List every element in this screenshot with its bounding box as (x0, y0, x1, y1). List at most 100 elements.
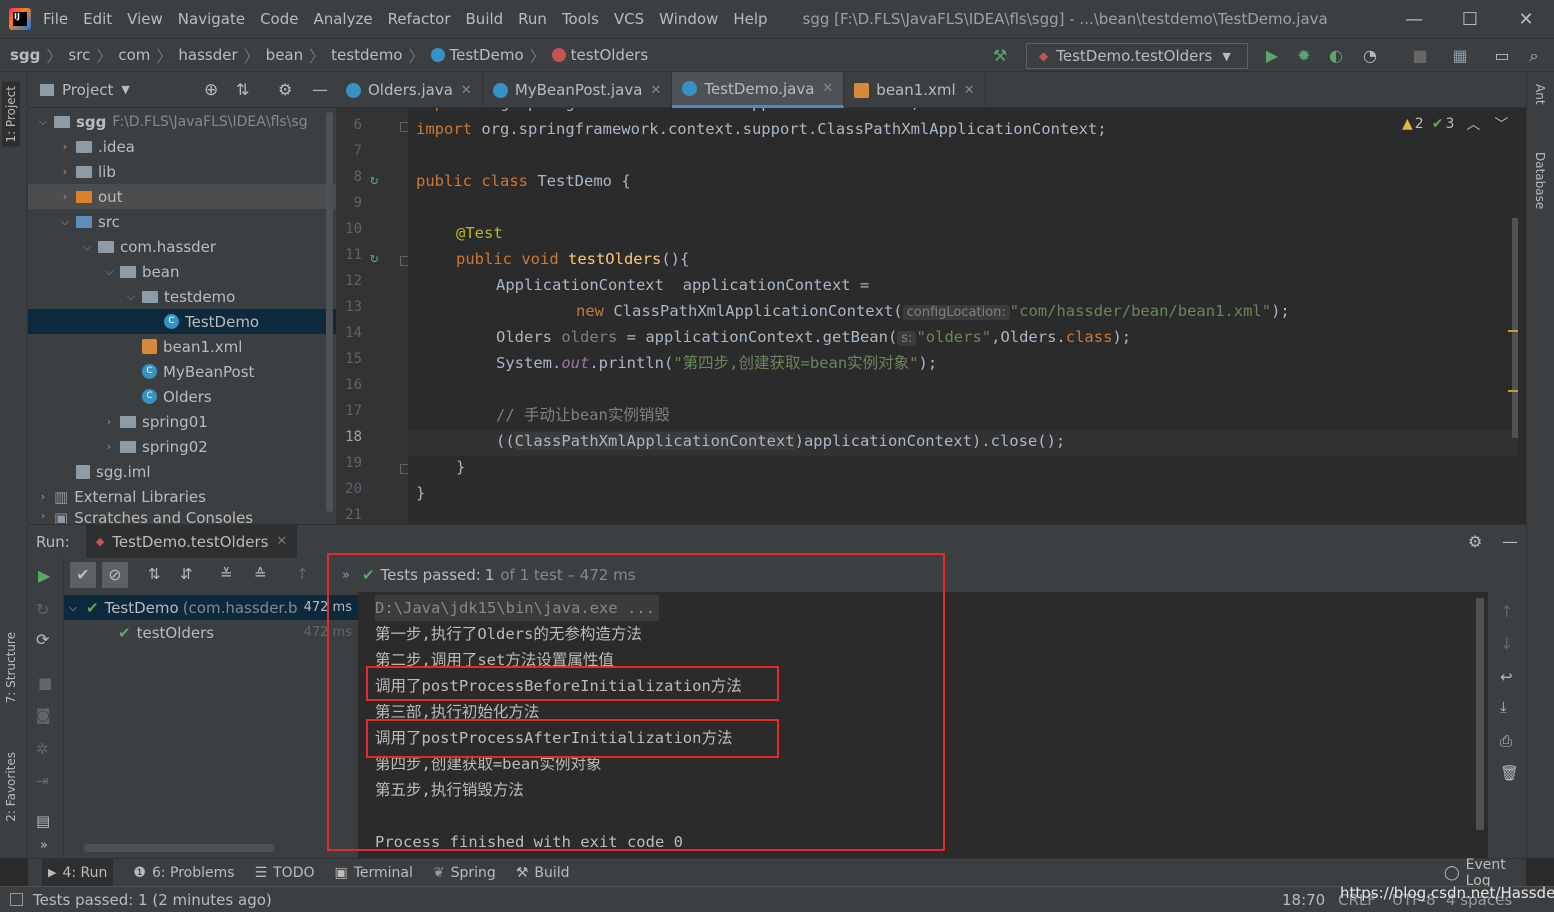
tree-item-com-hassder[interactable]: ⌵ com.hassder (28, 234, 336, 259)
database-tool-tab[interactable]: Database (1533, 152, 1547, 209)
tree-item-src[interactable]: ⌵ src (28, 209, 336, 234)
expand-all-icon[interactable]: ≚ (220, 565, 233, 583)
previous-failed-icon[interactable]: ↑ (296, 565, 309, 583)
layout-icon[interactable]: ▤ (36, 812, 50, 830)
tree-item-mybeanpost[interactable]: C MyBeanPost (28, 359, 336, 384)
tree-item-external-libraries[interactable]: › ▥ External Libraries (28, 484, 336, 509)
menu-view[interactable]: View (127, 10, 163, 28)
tree-item-idea[interactable]: › .idea (28, 134, 336, 159)
breadcrumb-src[interactable]: src (68, 46, 90, 64)
profile-icon[interactable]: ◔ (1360, 46, 1380, 66)
editor-scrollbar[interactable] (1512, 218, 1518, 438)
run-tab[interactable]: ◆ TestDemo.testOlders ✕ (85, 524, 298, 559)
tool-tab-problems[interactable]: ❶ 6: Problems (133, 865, 234, 881)
locate-icon[interactable]: ⊕ (204, 80, 218, 100)
breadcrumb-testdemo[interactable]: testdemo (331, 46, 402, 64)
tree-item-out[interactable]: › out (28, 184, 336, 209)
test-tree-row-testolders[interactable]: ✔ testOlders 472 ms (64, 620, 358, 645)
breadcrumb-hassder[interactable]: hassder (178, 46, 237, 64)
inspection-widget[interactable]: ▲ 2 ✔ 3 ︿ ﹀ (1402, 114, 1508, 134)
console-scrollbar[interactable] (1476, 598, 1484, 830)
menu-refactor[interactable]: Refactor (388, 10, 451, 28)
menu-file[interactable]: File (43, 10, 68, 28)
menu-tools[interactable]: Tools (562, 10, 599, 28)
warning-stripe-marker[interactable] (1508, 330, 1518, 332)
project-structure-icon[interactable]: ▦ (1450, 46, 1470, 66)
chevron-right-icon[interactable]: › (58, 165, 72, 178)
breadcrumb-testdemo-class[interactable]: TestDemo (450, 46, 524, 64)
tool-tab-terminal[interactable]: ▣ Terminal (335, 865, 413, 881)
menu-edit[interactable]: Edit (83, 10, 112, 28)
hide-icon[interactable]: — (312, 80, 328, 99)
project-view-select[interactable]: Project (62, 81, 113, 99)
collapse-all-icon[interactable]: ≙ (254, 565, 267, 583)
run-icon[interactable]: ▶ (1262, 46, 1282, 66)
favorites-tool-tab[interactable]: 2: Favorites (4, 752, 18, 822)
chevron-up-icon[interactable]: ︿ (1466, 114, 1480, 134)
close-icon[interactable]: ✕ (1498, 9, 1554, 30)
close-icon[interactable]: ✕ (964, 83, 975, 98)
menu-vcs[interactable]: VCS (614, 10, 644, 28)
breadcrumb-sgg[interactable]: sgg (10, 46, 40, 64)
hide-icon[interactable]: — (1502, 532, 1518, 551)
trash-icon[interactable]: 🗑 (1500, 764, 1519, 782)
tab-testdemo-java[interactable]: TestDemo.java ✕ (672, 72, 845, 108)
tool-tab-spring[interactable]: ❦ Spring (433, 865, 496, 881)
sort-alphabetically-icon[interactable]: ⇅ (148, 565, 161, 583)
menu-analyze[interactable]: Analyze (313, 10, 372, 28)
warning-stripe-marker[interactable] (1508, 390, 1518, 392)
code-editor[interactable]: import org.springframework.context.Appli… (408, 108, 1518, 524)
debug-icon[interactable]: ✹ (1294, 46, 1314, 66)
chevron-down-icon[interactable]: ⌵ (102, 265, 116, 279)
chevron-right-icon[interactable]: › (102, 415, 116, 428)
ant-tool-tab[interactable]: Ant (1533, 84, 1547, 105)
chevron-right-icon[interactable]: › (36, 509, 50, 522)
chevron-right-icon[interactable]: › (58, 190, 72, 203)
rerun-icon[interactable]: ▶ (38, 566, 50, 585)
tree-item-spring02[interactable]: › spring02 (28, 434, 336, 459)
tree-item-lib[interactable]: › lib (28, 159, 336, 184)
gear-icon[interactable]: ⚙ (278, 80, 292, 99)
status-panel-icon[interactable] (10, 893, 23, 906)
soft-wrap-icon[interactable]: ↩ (1500, 668, 1513, 686)
tool-tab-run[interactable]: ▶ 4: Run (42, 858, 114, 887)
tab-bean1-xml[interactable]: bean1.xml ✕ (844, 72, 986, 108)
tree-item-olders[interactable]: C Olders (28, 384, 336, 409)
toggle-auto-test-icon[interactable]: ⟳ (36, 630, 49, 649)
arrow-up-icon[interactable]: ↑ (1500, 602, 1513, 621)
chevron-down-icon[interactable]: ⌵ (80, 240, 94, 254)
tree-item-sgg-iml[interactable]: sgg.iml (28, 459, 336, 484)
show-ignored-toggle[interactable]: ⊘ (102, 562, 128, 588)
stop-icon[interactable]: ■ (1410, 46, 1430, 66)
tab-olders-java[interactable]: Olders.java ✕ (336, 72, 483, 108)
menu-run[interactable]: Run (518, 10, 547, 28)
chevron-down-icon[interactable]: ⌵ (58, 215, 72, 229)
scroll-to-end-icon[interactable]: ⤓ (1500, 698, 1507, 716)
tab-mybeanpost-java[interactable]: MyBeanPost.java ✕ (483, 72, 673, 108)
run-configuration-select[interactable]: ◆ TestDemo.testOlders ▼ (1026, 43, 1248, 69)
settings-icon[interactable]: ✲ (36, 740, 49, 758)
breadcrumb-testolders[interactable]: testOlders (571, 46, 649, 64)
build-hammer-icon[interactable]: ⚒ (990, 46, 1010, 66)
tool-tab-build[interactable]: ⚒ Build (516, 865, 570, 881)
close-icon[interactable]: ✕ (822, 81, 833, 96)
close-icon[interactable]: ✕ (461, 83, 472, 98)
close-icon[interactable]: ✕ (276, 534, 287, 549)
search-icon[interactable]: ⌕ (1524, 46, 1544, 66)
breadcrumb-bean[interactable]: bean (266, 46, 303, 64)
chevron-down-icon[interactable]: ⌵ (64, 601, 82, 615)
project-tool-tab[interactable]: 1: Project (2, 82, 20, 147)
breadcrumb-com[interactable]: com (118, 46, 150, 64)
coverage-icon[interactable]: ◐ (1326, 46, 1346, 66)
close-icon[interactable]: ✕ (650, 83, 661, 98)
stop-icon[interactable]: ■ (38, 674, 52, 692)
structure-tool-tab[interactable]: 7: Structure (4, 632, 18, 703)
chevron-right-icon[interactable]: › (58, 140, 72, 153)
tree-item-bean[interactable]: ⌵ bean (28, 259, 336, 284)
tree-item-testdemo-class[interactable]: C TestDemo (28, 309, 336, 334)
test-tree-scrollbar[interactable] (84, 844, 274, 852)
tree-item-testdemo-package[interactable]: ⌵ testdemo (28, 284, 336, 309)
maximize-icon[interactable]: ☐ (1442, 9, 1498, 30)
menu-help[interactable]: Help (733, 10, 767, 28)
project-scrollbar[interactable] (326, 112, 333, 512)
